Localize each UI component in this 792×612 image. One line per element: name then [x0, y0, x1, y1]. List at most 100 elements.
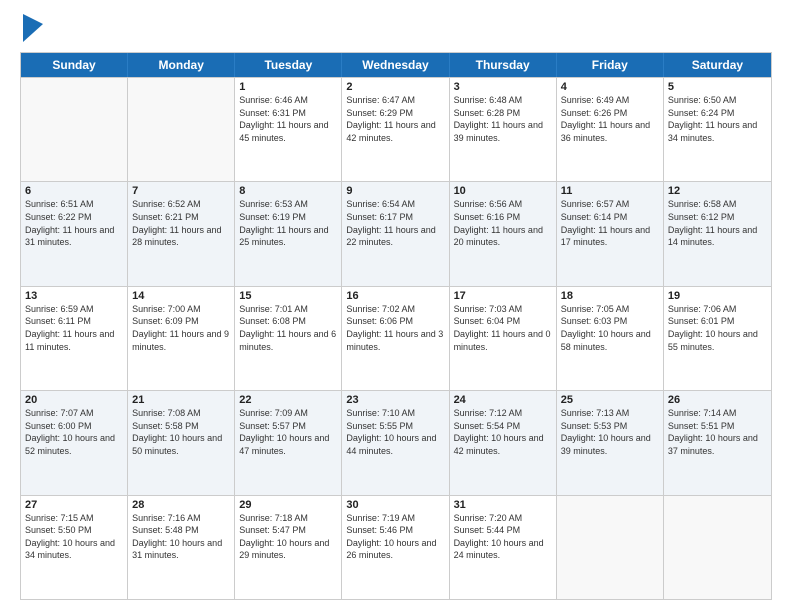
- day-info: Sunrise: 6:49 AM Sunset: 6:26 PM Dayligh…: [561, 94, 659, 144]
- day-info: Sunrise: 7:07 AM Sunset: 6:00 PM Dayligh…: [25, 407, 123, 457]
- day-info: Sunrise: 7:19 AM Sunset: 5:46 PM Dayligh…: [346, 512, 444, 562]
- day-number: 13: [25, 290, 123, 302]
- day-number: 15: [239, 290, 337, 302]
- cal-header-cell: Saturday: [664, 53, 771, 77]
- calendar-cell: 11Sunrise: 6:57 AM Sunset: 6:14 PM Dayli…: [557, 182, 664, 285]
- day-info: Sunrise: 6:46 AM Sunset: 6:31 PM Dayligh…: [239, 94, 337, 144]
- calendar-cell: [557, 496, 664, 599]
- cal-header-cell: Friday: [557, 53, 664, 77]
- calendar-cell: 16Sunrise: 7:02 AM Sunset: 6:06 PM Dayli…: [342, 287, 449, 390]
- day-number: 27: [25, 499, 123, 511]
- calendar-cell: 15Sunrise: 7:01 AM Sunset: 6:08 PM Dayli…: [235, 287, 342, 390]
- calendar-body: 1Sunrise: 6:46 AM Sunset: 6:31 PM Daylig…: [21, 77, 771, 599]
- day-info: Sunrise: 6:57 AM Sunset: 6:14 PM Dayligh…: [561, 198, 659, 248]
- page: SundayMondayTuesdayWednesdayThursdayFrid…: [0, 0, 792, 612]
- calendar-cell: 18Sunrise: 7:05 AM Sunset: 6:03 PM Dayli…: [557, 287, 664, 390]
- day-info: Sunrise: 7:15 AM Sunset: 5:50 PM Dayligh…: [25, 512, 123, 562]
- calendar-cell: 22Sunrise: 7:09 AM Sunset: 5:57 PM Dayli…: [235, 391, 342, 494]
- calendar-cell: 2Sunrise: 6:47 AM Sunset: 6:29 PM Daylig…: [342, 78, 449, 181]
- day-info: Sunrise: 7:09 AM Sunset: 5:57 PM Dayligh…: [239, 407, 337, 457]
- calendar-cell: 28Sunrise: 7:16 AM Sunset: 5:48 PM Dayli…: [128, 496, 235, 599]
- day-number: 25: [561, 394, 659, 406]
- calendar-cell: 6Sunrise: 6:51 AM Sunset: 6:22 PM Daylig…: [21, 182, 128, 285]
- logo: [20, 16, 43, 42]
- header: [20, 16, 772, 42]
- calendar-cell: 1Sunrise: 6:46 AM Sunset: 6:31 PM Daylig…: [235, 78, 342, 181]
- day-number: 14: [132, 290, 230, 302]
- day-number: 11: [561, 185, 659, 197]
- calendar-cell: [21, 78, 128, 181]
- day-info: Sunrise: 6:54 AM Sunset: 6:17 PM Dayligh…: [346, 198, 444, 248]
- cal-header-cell: Monday: [128, 53, 235, 77]
- calendar-cell: 13Sunrise: 6:59 AM Sunset: 6:11 PM Dayli…: [21, 287, 128, 390]
- calendar-cell: [664, 496, 771, 599]
- day-info: Sunrise: 6:56 AM Sunset: 6:16 PM Dayligh…: [454, 198, 552, 248]
- calendar-cell: 8Sunrise: 6:53 AM Sunset: 6:19 PM Daylig…: [235, 182, 342, 285]
- day-number: 22: [239, 394, 337, 406]
- calendar-cell: 14Sunrise: 7:00 AM Sunset: 6:09 PM Dayli…: [128, 287, 235, 390]
- day-number: 1: [239, 81, 337, 93]
- day-info: Sunrise: 7:02 AM Sunset: 6:06 PM Dayligh…: [346, 303, 444, 353]
- calendar-cell: 9Sunrise: 6:54 AM Sunset: 6:17 PM Daylig…: [342, 182, 449, 285]
- logo-icon: [23, 14, 43, 42]
- day-info: Sunrise: 7:20 AM Sunset: 5:44 PM Dayligh…: [454, 512, 552, 562]
- cal-header-cell: Tuesday: [235, 53, 342, 77]
- day-number: 8: [239, 185, 337, 197]
- day-number: 26: [668, 394, 767, 406]
- day-number: 12: [668, 185, 767, 197]
- calendar-cell: 7Sunrise: 6:52 AM Sunset: 6:21 PM Daylig…: [128, 182, 235, 285]
- calendar-cell: 4Sunrise: 6:49 AM Sunset: 6:26 PM Daylig…: [557, 78, 664, 181]
- day-info: Sunrise: 6:59 AM Sunset: 6:11 PM Dayligh…: [25, 303, 123, 353]
- calendar-cell: 20Sunrise: 7:07 AM Sunset: 6:00 PM Dayli…: [21, 391, 128, 494]
- calendar-cell: 3Sunrise: 6:48 AM Sunset: 6:28 PM Daylig…: [450, 78, 557, 181]
- day-info: Sunrise: 6:51 AM Sunset: 6:22 PM Dayligh…: [25, 198, 123, 248]
- calendar-cell: 21Sunrise: 7:08 AM Sunset: 5:58 PM Dayli…: [128, 391, 235, 494]
- cal-header-cell: Wednesday: [342, 53, 449, 77]
- day-number: 6: [25, 185, 123, 197]
- day-number: 7: [132, 185, 230, 197]
- day-info: Sunrise: 7:10 AM Sunset: 5:55 PM Dayligh…: [346, 407, 444, 457]
- day-number: 5: [668, 81, 767, 93]
- day-number: 10: [454, 185, 552, 197]
- day-info: Sunrise: 7:13 AM Sunset: 5:53 PM Dayligh…: [561, 407, 659, 457]
- day-number: 20: [25, 394, 123, 406]
- day-number: 29: [239, 499, 337, 511]
- calendar-row: 13Sunrise: 6:59 AM Sunset: 6:11 PM Dayli…: [21, 286, 771, 390]
- day-info: Sunrise: 6:53 AM Sunset: 6:19 PM Dayligh…: [239, 198, 337, 248]
- calendar-cell: 5Sunrise: 6:50 AM Sunset: 6:24 PM Daylig…: [664, 78, 771, 181]
- calendar-cell: 12Sunrise: 6:58 AM Sunset: 6:12 PM Dayli…: [664, 182, 771, 285]
- day-number: 30: [346, 499, 444, 511]
- day-info: Sunrise: 7:06 AM Sunset: 6:01 PM Dayligh…: [668, 303, 767, 353]
- day-info: Sunrise: 6:50 AM Sunset: 6:24 PM Dayligh…: [668, 94, 767, 144]
- day-number: 17: [454, 290, 552, 302]
- day-info: Sunrise: 6:47 AM Sunset: 6:29 PM Dayligh…: [346, 94, 444, 144]
- cal-header-cell: Sunday: [21, 53, 128, 77]
- calendar-cell: 27Sunrise: 7:15 AM Sunset: 5:50 PM Dayli…: [21, 496, 128, 599]
- calendar: SundayMondayTuesdayWednesdayThursdayFrid…: [20, 52, 772, 600]
- calendar-cell: 24Sunrise: 7:12 AM Sunset: 5:54 PM Dayli…: [450, 391, 557, 494]
- calendar-cell: 25Sunrise: 7:13 AM Sunset: 5:53 PM Dayli…: [557, 391, 664, 494]
- day-number: 28: [132, 499, 230, 511]
- day-number: 4: [561, 81, 659, 93]
- day-number: 18: [561, 290, 659, 302]
- calendar-cell: 26Sunrise: 7:14 AM Sunset: 5:51 PM Dayli…: [664, 391, 771, 494]
- calendar-cell: 17Sunrise: 7:03 AM Sunset: 6:04 PM Dayli…: [450, 287, 557, 390]
- day-info: Sunrise: 6:48 AM Sunset: 6:28 PM Dayligh…: [454, 94, 552, 144]
- calendar-cell: 23Sunrise: 7:10 AM Sunset: 5:55 PM Dayli…: [342, 391, 449, 494]
- day-number: 19: [668, 290, 767, 302]
- day-number: 16: [346, 290, 444, 302]
- calendar-cell: 19Sunrise: 7:06 AM Sunset: 6:01 PM Dayli…: [664, 287, 771, 390]
- calendar-header-row: SundayMondayTuesdayWednesdayThursdayFrid…: [21, 53, 771, 77]
- calendar-row: 27Sunrise: 7:15 AM Sunset: 5:50 PM Dayli…: [21, 495, 771, 599]
- day-number: 31: [454, 499, 552, 511]
- calendar-cell: [128, 78, 235, 181]
- day-info: Sunrise: 6:58 AM Sunset: 6:12 PM Dayligh…: [668, 198, 767, 248]
- day-info: Sunrise: 7:14 AM Sunset: 5:51 PM Dayligh…: [668, 407, 767, 457]
- calendar-cell: 31Sunrise: 7:20 AM Sunset: 5:44 PM Dayli…: [450, 496, 557, 599]
- day-number: 21: [132, 394, 230, 406]
- day-info: Sunrise: 7:00 AM Sunset: 6:09 PM Dayligh…: [132, 303, 230, 353]
- calendar-cell: 29Sunrise: 7:18 AM Sunset: 5:47 PM Dayli…: [235, 496, 342, 599]
- cal-header-cell: Thursday: [450, 53, 557, 77]
- day-info: Sunrise: 7:01 AM Sunset: 6:08 PM Dayligh…: [239, 303, 337, 353]
- calendar-cell: 30Sunrise: 7:19 AM Sunset: 5:46 PM Dayli…: [342, 496, 449, 599]
